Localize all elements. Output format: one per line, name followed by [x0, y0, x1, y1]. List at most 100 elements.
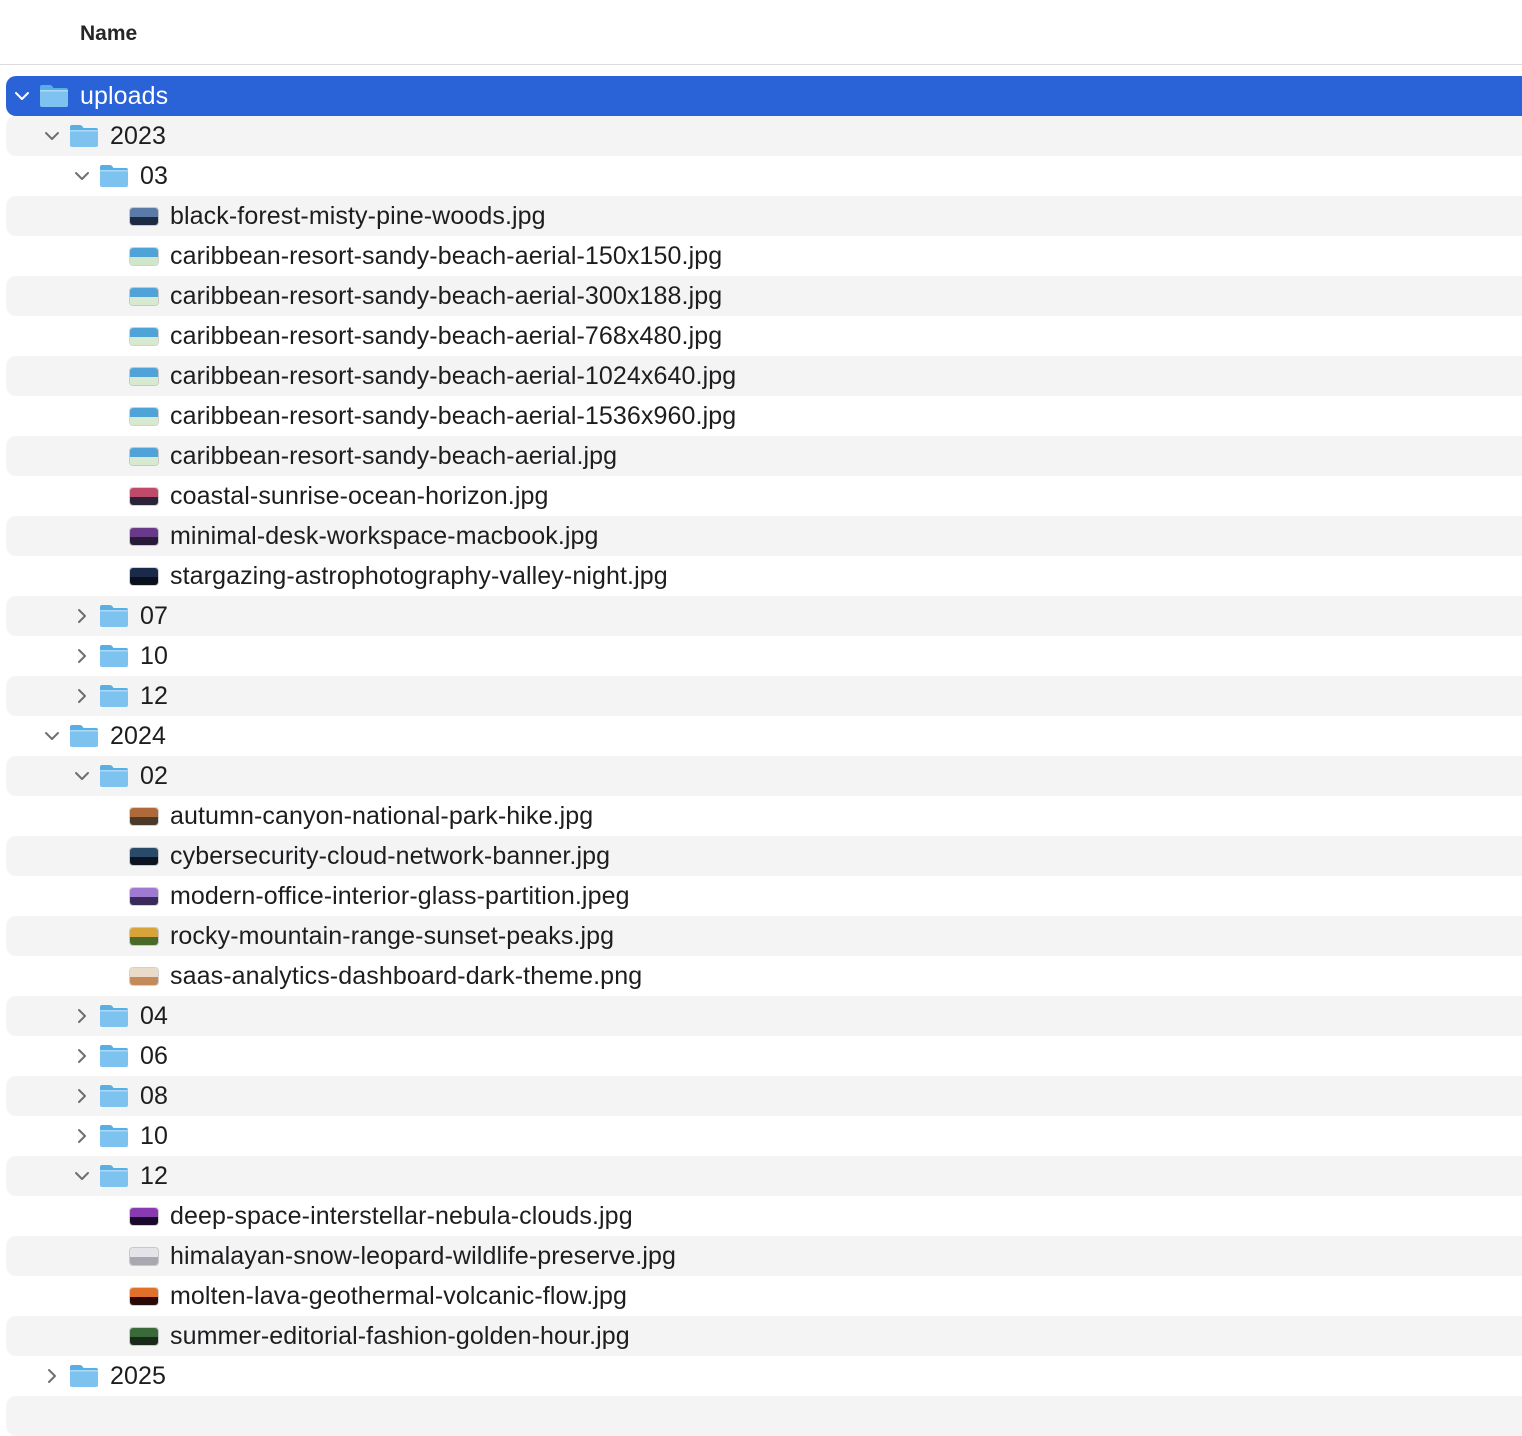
folder-row[interactable]: 12 — [0, 1156, 1522, 1196]
row-background — [6, 636, 1522, 676]
file-row[interactable]: caribbean-resort-sandy-beach-aerial.jpg — [0, 436, 1522, 476]
chevron-right-icon[interactable] — [43, 1366, 61, 1386]
file-label: caribbean-resort-sandy-beach-aerial.jpg — [170, 442, 618, 470]
folder-icon — [69, 1364, 99, 1388]
chevron-right-icon[interactable] — [73, 1086, 91, 1106]
file-row[interactable]: caribbean-resort-sandy-beach-aerial-150x… — [0, 236, 1522, 276]
image-thumbnail-icon — [130, 1208, 158, 1225]
file-row[interactable]: molten-lava-geothermal-volcanic-flow.jpg — [0, 1276, 1522, 1316]
chevron-down-icon[interactable] — [43, 726, 61, 746]
image-thumbnail-icon — [130, 1328, 158, 1345]
folder-label: 10 — [140, 1122, 169, 1150]
file-row[interactable]: caribbean-resort-sandy-beach-aerial-768x… — [0, 316, 1522, 356]
folder-icon — [39, 84, 69, 108]
chevron-right-icon[interactable] — [73, 686, 91, 706]
folder-label: 2025 — [110, 1362, 167, 1390]
file-row[interactable]: caribbean-resort-sandy-beach-aerial-300x… — [0, 276, 1522, 316]
file-row[interactable]: modern-office-interior-glass-partition.j… — [0, 876, 1522, 916]
folder-label: 07 — [140, 602, 169, 630]
chevron-right-icon[interactable] — [73, 646, 91, 666]
file-row[interactable]: saas-analytics-dashboard-dark-theme.png — [0, 956, 1522, 996]
folder-label: 12 — [140, 1162, 169, 1190]
row-background — [6, 676, 1522, 716]
folder-icon — [99, 644, 129, 668]
file-row[interactable]: stargazing-astrophotography-valley-night… — [0, 556, 1522, 596]
file-label: saas-analytics-dashboard-dark-theme.png — [170, 962, 643, 990]
row-background — [6, 76, 1522, 116]
file-label: cybersecurity-cloud-network-banner.jpg — [170, 842, 611, 870]
image-thumbnail-icon — [130, 1288, 158, 1305]
file-label: deep-space-interstellar-nebula-clouds.jp… — [170, 1202, 633, 1230]
image-thumbnail-icon — [130, 968, 158, 985]
file-tree: uploads 2023 03 black-forest-misty-pine-woo… — [0, 76, 1522, 1436]
image-thumbnail-icon — [130, 528, 158, 545]
image-thumbnail-icon — [130, 288, 158, 305]
folder-row[interactable]: 06 — [0, 1036, 1522, 1076]
chevron-down-icon[interactable] — [73, 766, 91, 786]
row-background — [6, 996, 1522, 1036]
folder-icon — [99, 764, 129, 788]
file-row[interactable]: minimal-desk-workspace-macbook.jpg — [0, 516, 1522, 556]
file-row[interactable]: summer-editorial-fashion-golden-hour.jpg — [0, 1316, 1522, 1356]
folder-icon — [99, 604, 129, 628]
folder-row[interactable]: uploads — [0, 76, 1522, 116]
image-thumbnail-icon — [130, 448, 158, 465]
file-label: caribbean-resort-sandy-beach-aerial-300x… — [170, 282, 723, 310]
row-background — [6, 1116, 1522, 1156]
folder-row[interactable]: 10 — [0, 1116, 1522, 1156]
row-background — [6, 1036, 1522, 1076]
chevron-right-icon[interactable] — [73, 606, 91, 626]
file-row[interactable]: caribbean-resort-sandy-beach-aerial-1024… — [0, 356, 1522, 396]
folder-row[interactable]: 04 — [0, 996, 1522, 1036]
folder-row[interactable]: 10 — [0, 636, 1522, 676]
file-row[interactable]: autumn-canyon-national-park-hike.jpg — [0, 796, 1522, 836]
folder-icon — [99, 1164, 129, 1188]
image-thumbnail-icon — [130, 1248, 158, 1265]
file-row[interactable]: black-forest-misty-pine-woods.jpg — [0, 196, 1522, 236]
file-label: black-forest-misty-pine-woods.jpg — [170, 202, 546, 230]
file-label: caribbean-resort-sandy-beach-aerial-1024… — [170, 362, 737, 390]
folder-row[interactable]: 2024 — [0, 716, 1522, 756]
file-row[interactable]: caribbean-resort-sandy-beach-aerial-1536… — [0, 396, 1522, 436]
folder-label: 2024 — [110, 722, 167, 750]
image-thumbnail-icon — [130, 368, 158, 385]
folder-icon — [69, 724, 99, 748]
row-background — [6, 156, 1522, 196]
chevron-down-icon[interactable] — [73, 1166, 91, 1186]
file-label: coastal-sunrise-ocean-horizon.jpg — [170, 482, 549, 510]
folder-icon — [99, 1004, 129, 1028]
folder-row[interactable]: 2025 — [0, 1356, 1522, 1396]
row-background — [6, 716, 1522, 756]
folder-row[interactable]: 2023 — [0, 116, 1522, 156]
folder-icon — [99, 1084, 129, 1108]
name-column-header[interactable]: Name — [80, 22, 137, 46]
file-label: caribbean-resort-sandy-beach-aerial-768x… — [170, 322, 723, 350]
image-thumbnail-icon — [130, 328, 158, 345]
image-thumbnail-icon — [130, 488, 158, 505]
folder-row[interactable]: 07 — [0, 596, 1522, 636]
chevron-right-icon[interactable] — [73, 1006, 91, 1026]
image-thumbnail-icon — [130, 888, 158, 905]
file-row[interactable]: deep-space-interstellar-nebula-clouds.jp… — [0, 1196, 1522, 1236]
folder-icon — [99, 684, 129, 708]
chevron-right-icon[interactable] — [73, 1046, 91, 1066]
chevron-right-icon[interactable] — [73, 1126, 91, 1146]
row-background — [6, 596, 1522, 636]
folder-label: 08 — [140, 1082, 169, 1110]
file-label: stargazing-astrophotography-valley-night… — [170, 562, 668, 590]
folder-row[interactable]: 12 — [0, 676, 1522, 716]
file-row[interactable]: cybersecurity-cloud-network-banner.jpg — [0, 836, 1522, 876]
folder-row[interactable]: 02 — [0, 756, 1522, 796]
file-row[interactable]: himalayan-snow-leopard-wildlife-preserve… — [0, 1236, 1522, 1276]
folder-row[interactable]: 08 — [0, 1076, 1522, 1116]
chevron-down-icon[interactable] — [43, 126, 61, 146]
folder-icon — [99, 164, 129, 188]
column-header: Name — [0, 0, 1522, 65]
row-background — [6, 1076, 1522, 1116]
folder-row[interactable]: 03 — [0, 156, 1522, 196]
file-row[interactable]: coastal-sunrise-ocean-horizon.jpg — [0, 476, 1522, 516]
file-label: autumn-canyon-national-park-hike.jpg — [170, 802, 594, 830]
file-row[interactable]: rocky-mountain-range-sunset-peaks.jpg — [0, 916, 1522, 956]
chevron-down-icon[interactable] — [13, 86, 31, 106]
chevron-down-icon[interactable] — [73, 166, 91, 186]
